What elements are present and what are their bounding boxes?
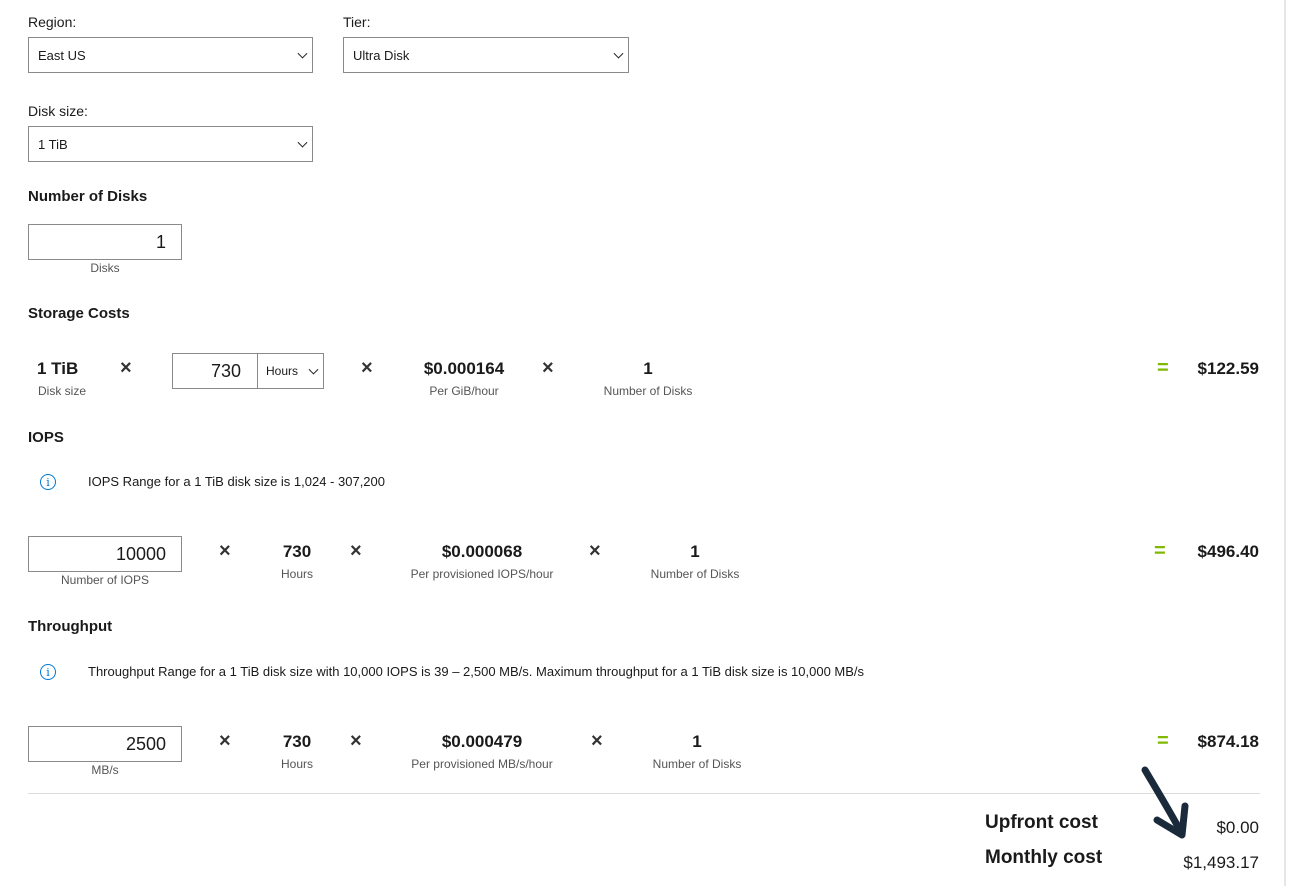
multiply-icon: × [361,357,373,379]
throughput-disks-value: 1 [692,732,702,751]
iops-range-info: IOPS Range for a 1 TiB disk size is 1,02… [88,474,385,489]
iops-input-label: Number of IOPS [60,573,150,587]
throughput-cost-result: $874.18 [1197,732,1259,751]
chevron-down-icon [613,48,624,59]
multiply-icon: × [589,540,601,562]
iops-rate-value: $0.000068 [441,542,523,561]
iops-cost-result: $496.40 [1197,542,1259,561]
storage-disks-label: Number of Disks [603,384,693,398]
tier-select-value: Ultra Disk [353,47,410,63]
multiply-icon: × [350,730,362,752]
info-icon: i [40,664,56,680]
chevron-down-icon [297,48,308,59]
throughput-rate-value: $0.000479 [441,732,523,751]
storage-disk-size-label: Disk size [38,384,87,398]
throughput-rate-label: Per provisioned MB/s/hour [411,757,553,771]
upfront-cost-label: Upfront cost [985,812,1098,833]
chevron-down-icon [308,364,319,375]
tier-select[interactable]: Ultra Disk [343,37,629,73]
throughput-title: Throughput [28,618,113,635]
divider [28,793,1260,794]
monthly-cost-value: $1,493.17 [1183,853,1259,872]
monthly-cost-label: Monthly cost [985,847,1103,868]
throughput-hours-label: Hours [280,757,313,771]
storage-costs-title: Storage Costs [28,305,130,322]
tier-label: Tier: [343,14,371,30]
throughput-input[interactable]: 2500 [28,726,182,762]
upfront-cost-value: $0.00 [1216,818,1259,837]
multiply-icon: × [591,730,603,752]
throughput-hours-value: 730 [282,732,312,751]
iops-title: IOPS [28,429,64,446]
iops-disks-value: 1 [690,542,700,561]
equals-icon: = [1154,540,1166,562]
info-icon: i [40,474,56,490]
multiply-icon: × [120,357,132,379]
disk-size-label: Disk size: [28,103,88,119]
storage-hours-input[interactable]: 730 [172,353,258,389]
region-select-value: East US [38,47,86,63]
number-of-disks-unit: Disks [90,261,120,275]
disk-size-select[interactable]: 1 TiB [28,126,313,162]
equals-icon: = [1157,730,1169,752]
number-of-disks-input[interactable]: 1 [28,224,182,260]
throughput-disks-label: Number of Disks [652,757,742,771]
equals-icon: = [1157,357,1169,379]
multiply-icon: × [542,357,554,379]
multiply-icon: × [350,540,362,562]
right-border [1284,0,1286,886]
storage-hours-unit-value: Hours [266,364,299,378]
annotation-arrow-icon [1141,766,1189,839]
multiply-icon: × [219,540,231,562]
iops-input[interactable]: 10000 [28,536,182,572]
storage-hours-unit-select[interactable]: Hours [257,353,324,389]
storage-disks-value: 1 [643,359,653,378]
iops-disks-label: Number of Disks [650,567,740,581]
storage-rate-label: Per GiB/hour [429,384,499,398]
region-label: Region: [28,14,77,30]
throughput-input-label: MB/s [91,763,119,777]
storage-cost-result: $122.59 [1197,359,1259,378]
iops-hours-label: Hours [280,567,313,581]
chevron-down-icon [297,137,308,148]
storage-disk-size-value: 1 TiB [37,359,79,378]
region-select[interactable]: East US [28,37,313,73]
disk-size-select-value: 1 TiB [38,136,68,152]
iops-hours-value: 730 [282,542,312,561]
throughput-range-info: Throughput Range for a 1 TiB disk size w… [88,664,865,679]
number-of-disks-title: Number of Disks [28,188,148,205]
storage-rate-value: $0.000164 [423,359,505,378]
iops-rate-label: Per provisioned IOPS/hour [410,567,554,581]
multiply-icon: × [219,730,231,752]
